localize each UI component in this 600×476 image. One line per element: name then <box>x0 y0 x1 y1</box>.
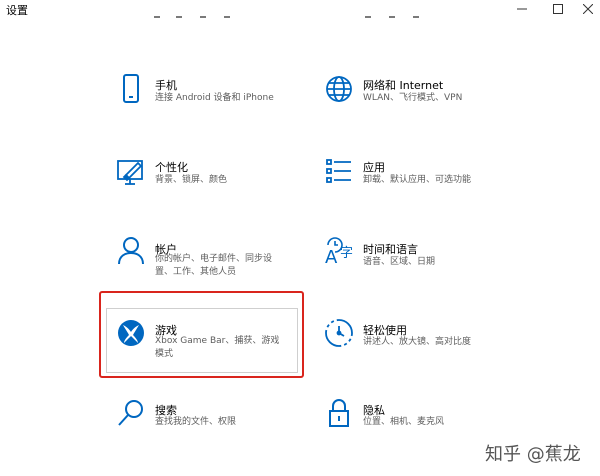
tile-description: 你的帐户、电子邮件、同步设 置、工作、其他人员 <box>155 253 272 279</box>
person-icon <box>114 234 148 268</box>
tile-desc-line: 置、工作、其他人员 <box>155 267 237 277</box>
tile-description: 语音、区域、日期 <box>363 256 435 269</box>
tile-title: 应用 <box>363 161 385 174</box>
tile-desc-line: WLAN、飞行模式、VPN <box>363 93 463 103</box>
settings-tile-network[interactable]: 网络和 Internet WLAN、飞行模式、VPN <box>318 68 518 118</box>
settings-tile-privacy[interactable]: 隐私 位置、相机、麦克风 <box>318 396 518 446</box>
personalization-icon <box>114 154 148 188</box>
settings-tile-phone[interactable]: 手机 连接 Android 设备和 iPhone <box>110 68 310 118</box>
tile-desc-line: 背景、锁屏、颜色 <box>155 175 228 185</box>
tile-desc-line: 位置、相机、麦克风 <box>363 417 445 427</box>
settings-tile-search[interactable]: 搜索 查找我的文件、权限 <box>110 396 310 446</box>
tile-description: WLAN、飞行模式、VPN <box>363 92 462 105</box>
settings-tile-apps[interactable]: 应用 卸载、默认应用、可选功能 <box>318 150 518 200</box>
ease-of-access-icon <box>322 316 356 350</box>
lock-icon <box>322 396 356 430</box>
tile-title: 时间和语言 <box>363 243 418 256</box>
settings-tile-personalization[interactable]: 个性化 背景、锁屏、颜色 <box>110 150 310 200</box>
search-icon <box>114 396 148 430</box>
tile-description: 位置、相机、麦克风 <box>363 416 444 429</box>
minimize-button[interactable] <box>504 0 540 18</box>
close-icon <box>583 4 593 14</box>
svg-text:A: A <box>325 247 338 268</box>
globe-icon <box>322 72 356 106</box>
settings-tile-accounts[interactable]: 帐户 你的帐户、电子邮件、同步设 置、工作、其他人员 <box>110 232 310 288</box>
close-button[interactable] <box>570 0 600 18</box>
tile-description: 查找我的文件、权限 <box>155 416 236 429</box>
cut-off-top-row-left <box>152 10 242 20</box>
tile-description: 连接 Android 设备和 iPhone <box>155 92 274 105</box>
tile-desc-line: 查找我的文件、权限 <box>155 417 237 427</box>
tile-title: 个性化 <box>155 161 188 174</box>
settings-tile-ease-of-access[interactable]: 轻松使用 讲述人、放大镜、高对比度 <box>318 314 518 364</box>
tile-title: 网络和 Internet <box>363 79 444 92</box>
red-highlight-annotation <box>99 291 304 378</box>
tile-title: 手机 <box>155 79 177 92</box>
time-language-icon: A字 <box>322 234 356 268</box>
title-bar: 设置 <box>0 0 600 18</box>
cut-off-top-row-right <box>363 10 433 20</box>
tile-description: 卸载、默认应用、可选功能 <box>363 174 471 187</box>
tile-desc-line: 连接 Android 设备和 iPhone <box>155 93 274 103</box>
watermark-text: 知乎 @蕉龙 <box>485 444 581 465</box>
apps-list-icon <box>322 154 356 188</box>
maximize-icon <box>553 4 563 14</box>
minimize-icon <box>517 8 527 10</box>
tile-description: 讲述人、放大镜、高对比度 <box>363 336 471 349</box>
phone-icon <box>114 72 148 106</box>
tile-description: 背景、锁屏、颜色 <box>155 174 227 187</box>
tile-desc-line: 讲述人、放大镜、高对比度 <box>363 337 472 347</box>
window-title: 设置 <box>6 4 28 17</box>
tile-desc-line: 语音、区域、日期 <box>363 257 436 267</box>
settings-tile-time-language[interactable]: A字 时间和语言 语音、区域、日期 <box>318 232 518 282</box>
tile-desc-line: 卸载、默认应用、可选功能 <box>363 175 472 185</box>
tile-desc-line: 你的帐户、电子邮件、同步设 <box>155 254 273 264</box>
